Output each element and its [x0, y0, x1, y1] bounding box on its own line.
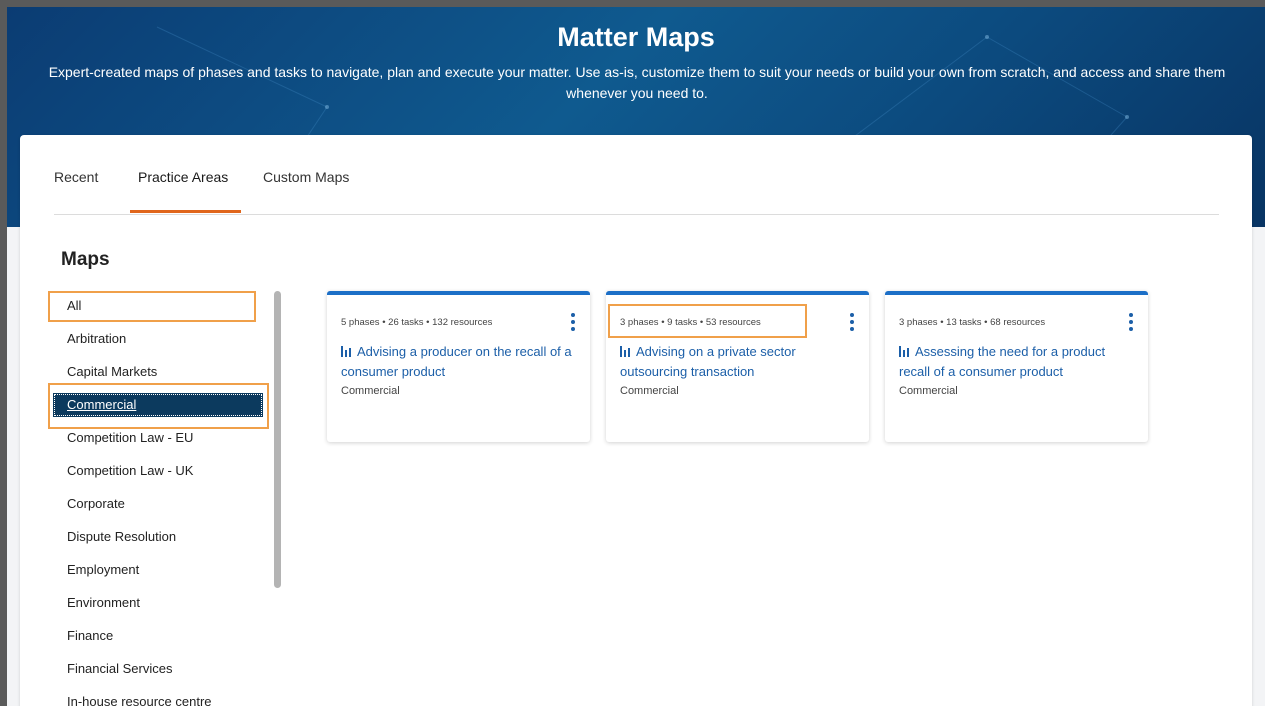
kebab-menu-icon[interactable] — [849, 313, 855, 331]
map-icon — [620, 346, 632, 357]
card-title-link[interactable]: Assessing the need for a product recall … — [899, 342, 1139, 382]
sidebar-item-finance[interactable]: Finance — [67, 625, 113, 647]
sidebar-item-environment[interactable]: Environment — [67, 592, 140, 614]
card-practice-area: Commercial — [620, 385, 679, 397]
sidebar-item-competition-law-uk[interactable]: Competition Law - UK — [67, 460, 193, 482]
content-panel: Recent Practice Areas Custom Maps Maps A… — [20, 135, 1252, 706]
map-card[interactable]: 3 phases • 9 tasks • 53 resources Advisi… — [606, 291, 869, 442]
sidebar-item-arbitration[interactable]: Arbitration — [67, 328, 126, 350]
card-title-text: Advising on a private sector outsourcing… — [620, 344, 796, 379]
tab-practice-areas[interactable]: Practice Areas — [138, 169, 228, 185]
sidebar-item-all[interactable]: All — [67, 295, 81, 317]
sidebar-scrollbar-thumb[interactable] — [274, 291, 281, 588]
tab-custom-maps[interactable]: Custom Maps — [263, 169, 349, 185]
card-meta: 3 phases • 13 tasks • 68 resources — [899, 317, 1046, 328]
sidebar-item-dispute-resolution[interactable]: Dispute Resolution — [67, 526, 176, 548]
sidebar-item-financial-services[interactable]: Financial Services — [67, 658, 173, 680]
card-title-text: Assessing the need for a product recall … — [899, 344, 1106, 379]
card-meta: 3 phases • 9 tasks • 53 resources — [620, 317, 761, 328]
page-subtitle: Expert-created maps of phases and tasks … — [48, 64, 1226, 101]
map-icon — [341, 346, 353, 357]
tab-bar: Recent Practice Areas Custom Maps — [54, 135, 1219, 215]
map-card[interactable]: 3 phases • 13 tasks • 68 resources Asses… — [885, 291, 1148, 442]
page-title: Matter Maps — [557, 22, 715, 52]
tab-recent[interactable]: Recent — [54, 169, 98, 185]
kebab-menu-icon[interactable] — [570, 313, 576, 331]
card-practice-area: Commercial — [899, 385, 958, 397]
kebab-menu-icon[interactable] — [1128, 313, 1134, 331]
maps-heading: Maps — [61, 249, 110, 270]
sidebar-item-corporate[interactable]: Corporate — [67, 493, 125, 515]
card-title-link[interactable]: Advising a producer on the recall of a c… — [341, 342, 581, 382]
card-title-link[interactable]: Advising on a private sector outsourcing… — [620, 342, 860, 382]
sidebar-item-employment[interactable]: Employment — [67, 559, 139, 581]
card-practice-area: Commercial — [341, 385, 400, 397]
active-tab-indicator — [130, 210, 241, 213]
card-title-text: Advising a producer on the recall of a c… — [341, 344, 572, 379]
sidebar-item-commercial[interactable]: Commercial — [53, 393, 263, 417]
sidebar-item-competition-law-eu[interactable]: Competition Law - EU — [67, 427, 193, 449]
app-frame: Matter Maps Expert-created maps of phase… — [0, 0, 1265, 706]
card-meta: 5 phases • 26 tasks • 132 resources — [341, 317, 493, 328]
sidebar-item-in-house-resource-centre[interactable]: In-house resource centre — [67, 691, 212, 706]
sidebar-item-capital-markets[interactable]: Capital Markets — [67, 361, 157, 383]
map-icon — [899, 346, 911, 357]
practice-area-list: All Arbitration Capital Markets Commerci… — [46, 285, 281, 706]
map-card[interactable]: 5 phases • 26 tasks • 132 resources Advi… — [327, 291, 590, 442]
